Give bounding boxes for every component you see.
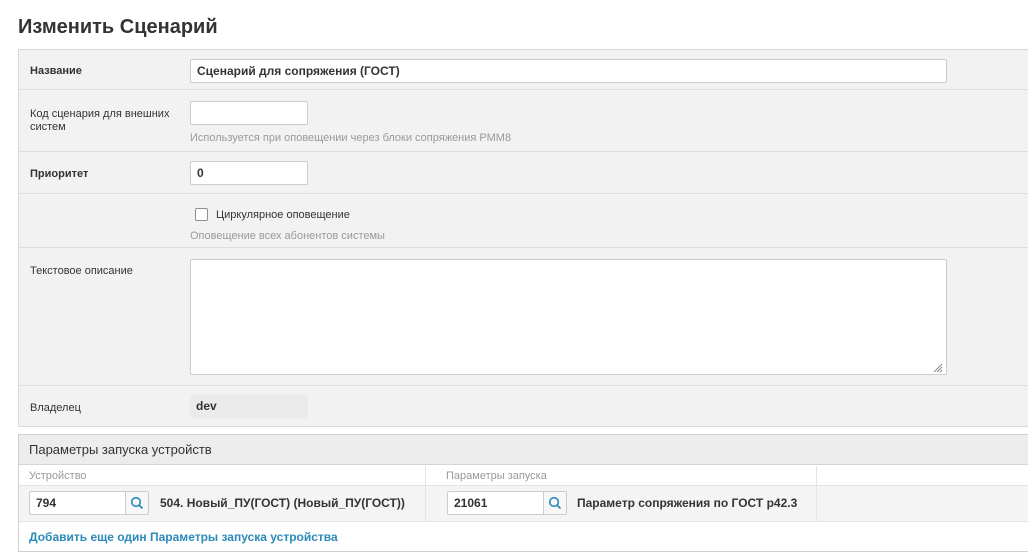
name-label: Название	[30, 65, 82, 77]
col-header-device: Устройство	[29, 470, 87, 482]
row-separator	[425, 486, 426, 522]
row-separator	[816, 486, 817, 522]
priority-input[interactable]: 0	[190, 161, 308, 185]
device-params-col-headers: Устройство Параметры запуска	[19, 466, 1028, 486]
owner-label: Владелец	[30, 402, 81, 414]
page-title: Изменить Сценарий	[18, 16, 218, 38]
priority-row: Приоритет 0	[19, 152, 1028, 194]
ext-code-input[interactable]	[190, 101, 308, 125]
device-param-row: 794 504. Новый_ПУ(ГОСТ) (Новый_ПУ(ГОСТ))…	[19, 486, 1028, 522]
owner-value: dev	[190, 394, 308, 418]
description-textarea[interactable]	[190, 259, 947, 375]
name-row: Название Сценарий для сопряжения (ГОСТ)	[19, 50, 1028, 90]
resize-grip-icon[interactable]	[933, 363, 943, 373]
description-row: Текстовое описание	[19, 248, 1028, 386]
description-label: Текстовое описание	[30, 265, 133, 277]
device-id-input[interactable]: 794	[29, 491, 125, 515]
device-name: 504. Новый_ПУ(ГОСТ) (Новый_ПУ(ГОСТ))	[160, 496, 405, 510]
search-icon	[548, 496, 562, 510]
circular-hint: Оповещение всех абонентов системы	[190, 230, 385, 242]
search-icon	[130, 496, 144, 510]
device-search-button[interactable]	[125, 491, 149, 515]
param-id-input[interactable]: 21061	[447, 491, 543, 515]
device-params-title: Параметры запуска устройств	[19, 435, 1028, 465]
name-input[interactable]: Сценарий для сопряжения (ГОСТ)	[190, 59, 947, 83]
scenario-form: Название Сценарий для сопряжения (ГОСТ) …	[18, 49, 1028, 427]
col-separator	[816, 466, 817, 486]
circular-checkbox[interactable]	[195, 208, 208, 221]
col-header-params: Параметры запуска	[446, 470, 547, 482]
param-name: Параметр сопряжения по ГОСТ p42.3	[577, 496, 798, 510]
circular-row: Циркулярное оповещение Оповещение всех а…	[19, 194, 1028, 248]
ext-code-row: Код сценария для внешних систем Использу…	[19, 90, 1028, 152]
param-search-button[interactable]	[543, 491, 567, 515]
device-lookup[interactable]: 794	[29, 491, 149, 515]
owner-row: Владелец dev	[19, 386, 1028, 427]
col-separator	[425, 466, 426, 486]
param-lookup[interactable]: 21061	[447, 491, 567, 515]
circular-checkbox-label[interactable]: Циркулярное оповещение	[216, 209, 350, 221]
priority-label: Приоритет	[30, 168, 89, 180]
add-device-param-link[interactable]: Добавить еще один Параметры запуска устр…	[29, 530, 338, 544]
device-params-panel: Параметры запуска устройств Устройство П…	[18, 434, 1028, 552]
ext-code-hint: Используется при оповещении через блоки …	[190, 132, 512, 144]
ext-code-label: Код сценария для внешних систем	[30, 108, 170, 133]
